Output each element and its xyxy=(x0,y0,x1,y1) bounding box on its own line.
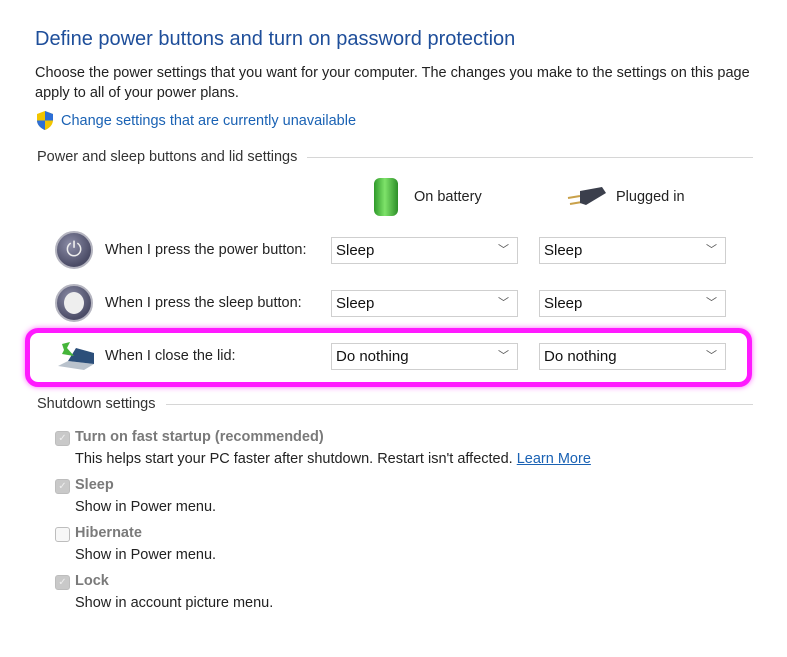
selected-value: Sleep xyxy=(544,242,583,259)
lock-description: Show in account picture menu. xyxy=(75,595,274,611)
sleep-button-plugged-select[interactable]: Sleep ﹀ xyxy=(539,290,726,317)
chevron-down-icon: ﹀ xyxy=(498,297,509,309)
selected-value: Do nothing xyxy=(544,348,617,365)
hibernate-description: Show in Power menu. xyxy=(75,547,217,563)
sleep-button-icon xyxy=(55,284,93,322)
selected-value: Sleep xyxy=(336,242,375,259)
power-options-page: Define power buttons and turn on passwor… xyxy=(0,0,787,657)
change-settings-link-text[interactable]: Change settings that are currently unava… xyxy=(61,113,356,129)
power-button-label: When I press the power button: xyxy=(105,242,307,258)
plugged-in-header: Plugged in xyxy=(616,189,685,205)
power-button-battery-select[interactable]: Sleep ﹀ xyxy=(331,237,518,264)
laptop-lid-icon xyxy=(58,342,94,370)
sleep-label: Sleep xyxy=(75,477,114,493)
selected-value: Do nothing xyxy=(336,348,409,365)
chevron-down-icon: ﹀ xyxy=(706,297,717,309)
divider xyxy=(307,156,753,158)
power-section-title: Power and sleep buttons and lid settings xyxy=(37,149,298,165)
close-lid-battery-select[interactable]: Do nothing ﹀ xyxy=(331,343,518,370)
power-button-plugged-select[interactable]: Sleep ﹀ xyxy=(539,237,726,264)
fast-startup-checkbox[interactable]: ✓ xyxy=(55,431,70,446)
power-plug-icon xyxy=(567,187,606,205)
close-lid-plugged-select[interactable]: Do nothing ﹀ xyxy=(539,343,726,370)
learn-more-link[interactable]: Learn More xyxy=(517,451,591,467)
uac-shield-icon xyxy=(37,111,53,130)
sleep-button-label: When I press the sleep button: xyxy=(105,295,302,311)
page-description: Choose the power settings that you want … xyxy=(35,65,750,101)
power-button-icon: ⏻ xyxy=(55,231,93,269)
power-section-heading: Power and sleep buttons and lid settings xyxy=(37,149,753,165)
sleep-description: Show in Power menu. xyxy=(75,499,217,515)
chevron-down-icon: ﹀ xyxy=(706,244,717,256)
moon-shape xyxy=(64,292,84,314)
chevron-down-icon: ﹀ xyxy=(498,244,509,256)
hibernate-checkbox[interactable] xyxy=(55,527,70,542)
selected-value: Sleep xyxy=(544,295,583,312)
close-lid-label: When I close the lid: xyxy=(105,348,236,364)
shutdown-section-title: Shutdown settings xyxy=(37,396,156,412)
page-title: Define power buttons and turn on passwor… xyxy=(35,28,516,50)
hibernate-label: Hibernate xyxy=(75,525,142,541)
sleep-checkbox[interactable]: ✓ xyxy=(55,479,70,494)
on-battery-header: On battery xyxy=(414,189,482,205)
fast-startup-description: This helps start your PC faster after sh… xyxy=(75,451,591,467)
chevron-down-icon: ﹀ xyxy=(498,350,509,362)
shutdown-section-heading: Shutdown settings xyxy=(37,396,753,412)
selected-value: Sleep xyxy=(336,295,375,312)
lock-checkbox[interactable]: ✓ xyxy=(55,575,70,590)
fast-startup-description-text: This helps start your PC faster after sh… xyxy=(75,451,513,467)
sleep-button-battery-select[interactable]: Sleep ﹀ xyxy=(331,290,518,317)
battery-icon xyxy=(374,178,398,216)
divider xyxy=(165,403,753,405)
chevron-down-icon: ﹀ xyxy=(706,350,717,362)
change-settings-link[interactable]: Change settings that are currently unava… xyxy=(35,110,356,131)
lock-label: Lock xyxy=(75,573,109,589)
fast-startup-label: Turn on fast startup (recommended) xyxy=(75,429,324,445)
